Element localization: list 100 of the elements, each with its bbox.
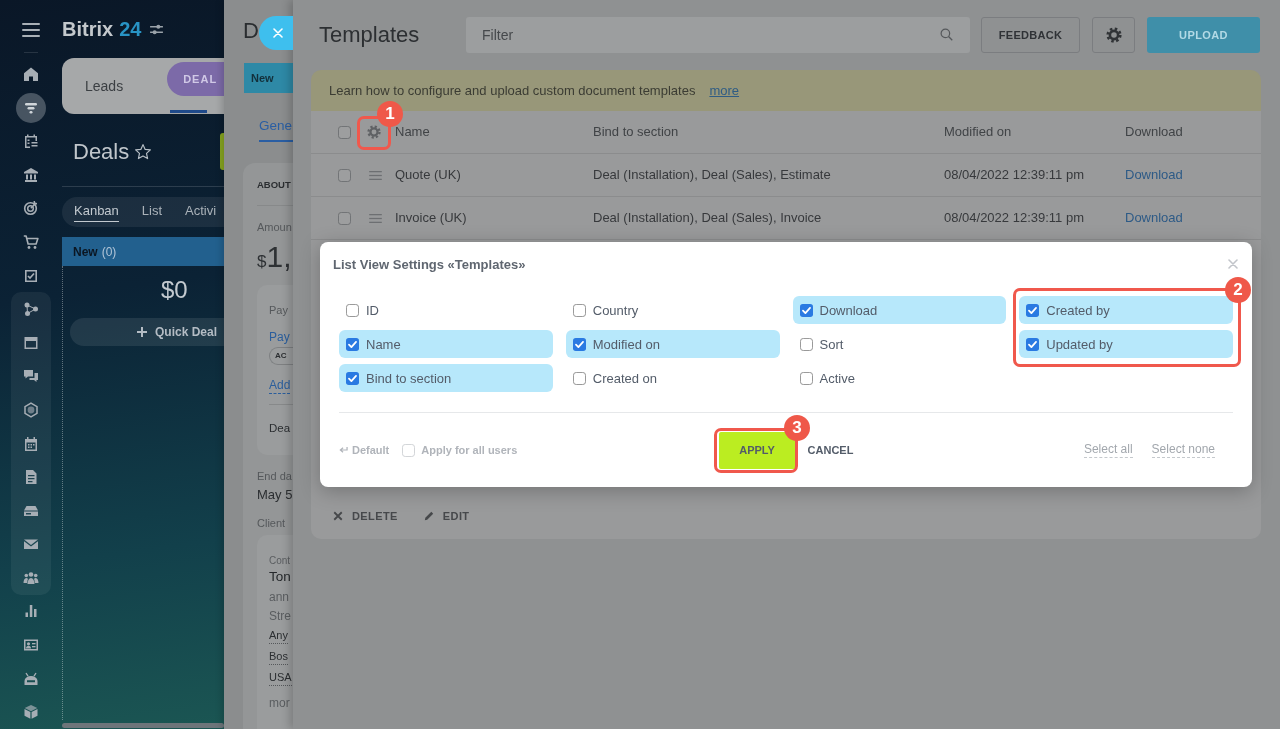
- return-arrow-icon: [339, 446, 348, 454]
- view-tab[interactable]: List: [141, 202, 163, 222]
- feedback-button[interactable]: FEEDBACK: [981, 17, 1080, 53]
- column-option[interactable]: Download: [792, 296, 1007, 324]
- stage-total: $0: [161, 276, 188, 304]
- close-icon: [273, 28, 283, 38]
- menu-icon[interactable]: [22, 23, 40, 37]
- quick-deal-button[interactable]: Quick Deal: [70, 318, 224, 346]
- view-tab[interactable]: Activi: [185, 202, 217, 222]
- amount-value: 1,: [266, 242, 292, 272]
- menu-tab[interactable]: DEAL: [167, 62, 224, 96]
- section-title: ABOUT: [257, 178, 291, 192]
- checkbox[interactable]: [572, 337, 586, 351]
- column-header: Bind to section: [593, 125, 679, 139]
- horizontal-scrollbar[interactable]: [62, 723, 224, 728]
- table-cell: Quote (UK): [395, 167, 461, 183]
- checkbox[interactable]: [346, 371, 359, 385]
- close-button[interactable]: [259, 16, 293, 50]
- table-cell: 08/04/2022 12:39:11 pm: [944, 167, 1084, 183]
- drag-handle-icon[interactable]: [369, 170, 382, 180]
- stage-bar[interactable]: New: [244, 63, 293, 93]
- download-link[interactable]: Download: [1125, 210, 1183, 226]
- column-header: Name: [395, 125, 430, 139]
- star-icon[interactable]: [134, 142, 153, 161]
- stage-name: New: [73, 244, 98, 259]
- checkbox[interactable]: [338, 125, 351, 139]
- banner-text: Learn how to configure and upload custom document templates: [329, 83, 696, 98]
- address-line[interactable]: Any: [269, 628, 288, 644]
- column-header: Modified on: [944, 125, 1012, 139]
- chat-bubbles-icon[interactable]: [23, 368, 39, 385]
- contact-name: Ton: [269, 568, 291, 586]
- checkbox[interactable]: [572, 371, 586, 385]
- window-icon[interactable]: [23, 334, 39, 351]
- column-option[interactable]: Sort: [792, 330, 1007, 358]
- date-value: May 5: [257, 487, 293, 503]
- view-tab[interactable]: Kanban: [74, 202, 119, 222]
- target-icon[interactable]: [23, 200, 39, 217]
- checkbox[interactable]: [338, 168, 351, 182]
- checkbox[interactable]: [1026, 337, 1040, 351]
- connected-circles-icon[interactable]: [23, 301, 39, 318]
- menu-tab[interactable]: Leads: [85, 77, 124, 95]
- field-label: Client: [257, 516, 286, 530]
- calendar-list-icon[interactable]: [23, 133, 39, 150]
- column-option[interactable]: Modified on: [565, 330, 780, 358]
- column-option[interactable]: Created by: [1019, 296, 1233, 324]
- calendar-icon[interactable]: [23, 435, 39, 452]
- deal-count: (0): [101, 244, 117, 259]
- settings-icon[interactable]: [367, 125, 381, 139]
- filter-field[interactable]: Filter: [466, 17, 970, 53]
- contact-role: Cont: [269, 554, 291, 568]
- page-title: Deals: [73, 138, 130, 165]
- robot-icon[interactable]: [23, 670, 39, 687]
- house-icon[interactable]: [23, 65, 39, 82]
- column-option[interactable]: Updated by: [1019, 330, 1233, 358]
- page-title: Templates: [319, 21, 420, 49]
- column-option[interactable]: ID: [339, 296, 553, 324]
- contact-email: ann: [269, 590, 290, 604]
- slider-title: D: [243, 18, 259, 44]
- column-option[interactable]: Country: [565, 296, 780, 324]
- table-cell: 08/04/2022 12:39:11 pm: [944, 210, 1084, 226]
- cart-icon[interactable]: [23, 233, 39, 250]
- checkbox[interactable]: [799, 337, 813, 351]
- checkbox[interactable]: [338, 211, 351, 225]
- funnel-icon[interactable]: [16, 92, 46, 123]
- search-icon[interactable]: [940, 28, 953, 41]
- checkbox[interactable]: [799, 371, 813, 385]
- deal-name: Dea: [269, 421, 291, 436]
- logo-name: Bitrix: [62, 17, 114, 41]
- checkbox[interactable]: [346, 303, 359, 317]
- pencil-icon: [423, 511, 434, 521]
- sliders-icon[interactable]: [150, 23, 164, 35]
- people-icon[interactable]: [23, 569, 39, 586]
- column-option[interactable]: Created on: [565, 364, 780, 392]
- download-link[interactable]: Download: [1125, 167, 1183, 183]
- field-label: Amoun: [257, 220, 292, 234]
- address-label: Stre: [269, 609, 291, 623]
- column-option[interactable]: Active: [792, 364, 1007, 392]
- cube-icon[interactable]: [23, 704, 39, 721]
- checkbox[interactable]: [799, 303, 813, 317]
- document-icon[interactable]: [23, 469, 39, 486]
- address-line[interactable]: USA: [269, 670, 292, 686]
- checkbox[interactable]: [572, 303, 586, 317]
- logo-number: 24: [119, 17, 142, 41]
- checkbox[interactable]: [346, 337, 359, 351]
- column-option[interactable]: Name: [339, 330, 553, 358]
- cross-icon: [333, 511, 343, 521]
- address-line[interactable]: Bos: [269, 649, 288, 665]
- column-option[interactable]: Bind to section: [339, 364, 553, 392]
- plus-icon: [137, 327, 147, 337]
- checkbox[interactable]: [1026, 303, 1040, 317]
- hexagon-icon[interactable]: [23, 401, 39, 418]
- currency-sign: $: [257, 252, 267, 272]
- building-icon[interactable]: [23, 166, 39, 183]
- cancel-button[interactable]: CANCEL: [807, 431, 854, 469]
- contact-card-icon[interactable]: [23, 637, 39, 654]
- settings-button[interactable]: [1092, 17, 1135, 53]
- column-header: Download: [1125, 125, 1183, 139]
- drag-handle-icon[interactable]: [369, 213, 382, 223]
- bar-chart-icon[interactable]: [23, 603, 39, 620]
- settings-icon: [1105, 27, 1122, 43]
